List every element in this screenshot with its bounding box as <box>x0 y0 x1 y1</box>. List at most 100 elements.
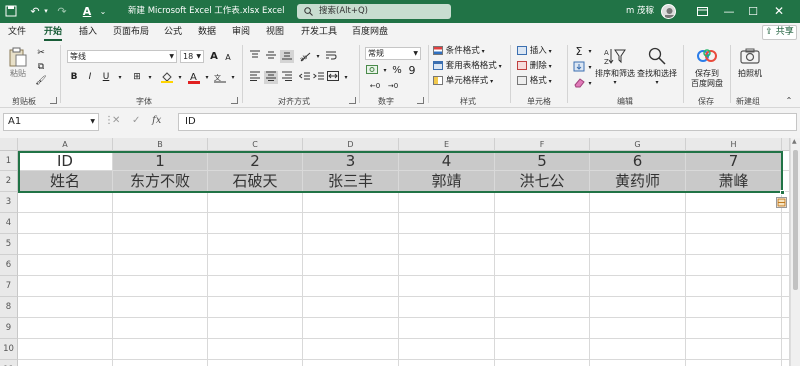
cell-a11[interactable] <box>18 360 113 366</box>
cell-h11[interactable] <box>686 360 782 366</box>
cell-a6[interactable] <box>18 255 113 276</box>
cell-b8[interactable] <box>113 297 208 318</box>
cell-d4[interactable] <box>303 213 399 234</box>
maximize-icon[interactable]: ☐ <box>746 0 760 23</box>
cut-icon[interactable]: ✂ <box>34 47 48 60</box>
share-button[interactable]: ⇪ 共享 <box>762 25 797 40</box>
column-header-c[interactable]: C <box>208 138 303 151</box>
column-header[interactable] <box>782 138 790 151</box>
enter-icon[interactable]: ✓ <box>132 115 140 126</box>
cell-e10[interactable] <box>399 339 495 360</box>
cell-f9[interactable] <box>495 318 590 339</box>
cell[interactable] <box>782 297 790 318</box>
cell-h5[interactable] <box>686 234 782 255</box>
bottom-align-icon[interactable] <box>280 50 294 63</box>
cell-h8[interactable] <box>686 297 782 318</box>
cell-d9[interactable] <box>303 318 399 339</box>
chevron-down-icon[interactable]: ▾ <box>226 71 240 84</box>
font-name-select[interactable]: 等线 ▼ <box>67 50 177 63</box>
column-header-g[interactable]: G <box>590 138 686 151</box>
column-header-e[interactable]: E <box>399 138 495 151</box>
cell-d11[interactable] <box>303 360 399 366</box>
cell-d10[interactable] <box>303 339 399 360</box>
cell-f10[interactable] <box>495 339 590 360</box>
worksheet-grid[interactable]: A B C D E F G H 1 ID 1 2 3 4 5 6 7 2 姓名 东方不败 石破天 张三丰 郭靖 洪七公 黄药师萧… <box>0 138 790 366</box>
user-name[interactable]: m 茂稼 <box>626 0 654 23</box>
customize-toolbar-icon[interactable]: ⌄ <box>98 0 108 23</box>
cell-a1[interactable]: ID <box>18 151 113 171</box>
row-header-7[interactable]: 7 <box>0 276 18 297</box>
cell-d7[interactable] <box>303 276 399 297</box>
cell-a3[interactable] <box>18 192 113 213</box>
cell-a2[interactable]: 姓名 <box>18 171 113 192</box>
cell-b1[interactable]: 1 <box>113 151 208 171</box>
number-format-select[interactable]: 常规 ▼ <box>365 47 421 60</box>
cell-c5[interactable] <box>208 234 303 255</box>
top-align-icon[interactable] <box>248 50 262 63</box>
currency-icon[interactable] <box>365 64 379 77</box>
increase-indent-icon[interactable] <box>312 71 326 84</box>
cell-h3[interactable] <box>686 192 782 213</box>
cell-h7[interactable] <box>686 276 782 297</box>
cell-c11[interactable] <box>208 360 303 366</box>
tab-file[interactable]: 文件 <box>8 25 26 41</box>
cell-g7[interactable] <box>590 276 686 297</box>
row-header-3[interactable]: 3 <box>0 192 18 213</box>
font-size-select[interactable]: 18 ▼ <box>180 50 204 63</box>
camera-button[interactable]: 拍照机 <box>734 45 766 85</box>
cell-b2[interactable]: 东方不败 <box>113 171 208 192</box>
fill-color-icon[interactable] <box>160 71 174 84</box>
conditional-formatting-button[interactable]: 条件格式 ▾ <box>433 45 485 58</box>
row-header-5[interactable]: 5 <box>0 234 18 255</box>
comma-style-icon[interactable]: 9 <box>405 64 419 77</box>
tab-baidu-netdisk[interactable]: 百度网盘 <box>352 25 388 41</box>
cell-c2[interactable]: 石破天 <box>208 171 303 192</box>
row-header-1[interactable]: 1 <box>0 151 18 171</box>
cell-h4[interactable] <box>686 213 782 234</box>
tab-review[interactable]: 审阅 <box>232 25 250 41</box>
tab-page-layout[interactable]: 页面布局 <box>113 25 149 41</box>
format-as-table-button[interactable]: 套用表格格式 ▾ <box>433 60 502 73</box>
cell-c4[interactable] <box>208 213 303 234</box>
cell[interactable] <box>782 318 790 339</box>
format-cells-button[interactable]: 格式 ▾ <box>517 75 552 88</box>
cell-a9[interactable] <box>18 318 113 339</box>
middle-align-icon[interactable] <box>264 50 278 63</box>
cell-d1[interactable]: 3 <box>303 151 399 171</box>
avatar[interactable] <box>661 4 676 19</box>
cell-e6[interactable] <box>399 255 495 276</box>
tab-developer[interactable]: 开发工具 <box>301 25 337 41</box>
insert-cells-button[interactable]: 插入 ▾ <box>517 45 552 58</box>
formula-input[interactable]: ID <box>178 113 797 131</box>
autosave-icon[interactable] <box>4 0 18 23</box>
search-box[interactable]: 搜索(Alt+Q) <box>297 4 451 19</box>
cell-c3[interactable] <box>208 192 303 213</box>
cell-f6[interactable] <box>495 255 590 276</box>
cell-a5[interactable] <box>18 234 113 255</box>
collapse-ribbon-icon[interactable]: ⌃ <box>782 94 796 107</box>
cell-f11[interactable] <box>495 360 590 366</box>
italic-button[interactable]: I <box>83 71 97 84</box>
scrollbar-thumb[interactable] <box>793 150 798 290</box>
chevron-down-icon[interactable]: ▾ <box>339 71 353 84</box>
tab-data[interactable]: 数据 <box>198 25 216 41</box>
borders-icon[interactable]: ⊞ <box>130 71 144 84</box>
chevron-down-icon[interactable]: ▾ <box>311 50 325 63</box>
decrease-indent-icon[interactable] <box>298 71 312 84</box>
chevron-down-icon[interactable]: ▾ <box>173 71 187 84</box>
paste-button[interactable]: 粘贴 <box>5 45 31 85</box>
cell-d6[interactable] <box>303 255 399 276</box>
cell-e4[interactable] <box>399 213 495 234</box>
cell-g3[interactable] <box>590 192 686 213</box>
percent-icon[interactable]: % <box>390 64 404 77</box>
decrease-font-button[interactable]: A <box>221 51 235 64</box>
cell-e11[interactable] <box>399 360 495 366</box>
cell-c7[interactable] <box>208 276 303 297</box>
cell[interactable] <box>782 360 790 366</box>
cell-b11[interactable] <box>113 360 208 366</box>
copy-icon[interactable]: ⧉ <box>34 61 48 74</box>
delete-cells-button[interactable]: 删除 ▾ <box>517 60 552 73</box>
underline-button[interactable]: U <box>99 71 113 84</box>
row-header-10[interactable]: 10 <box>0 339 18 360</box>
tab-insert[interactable]: 插入 <box>79 25 97 41</box>
